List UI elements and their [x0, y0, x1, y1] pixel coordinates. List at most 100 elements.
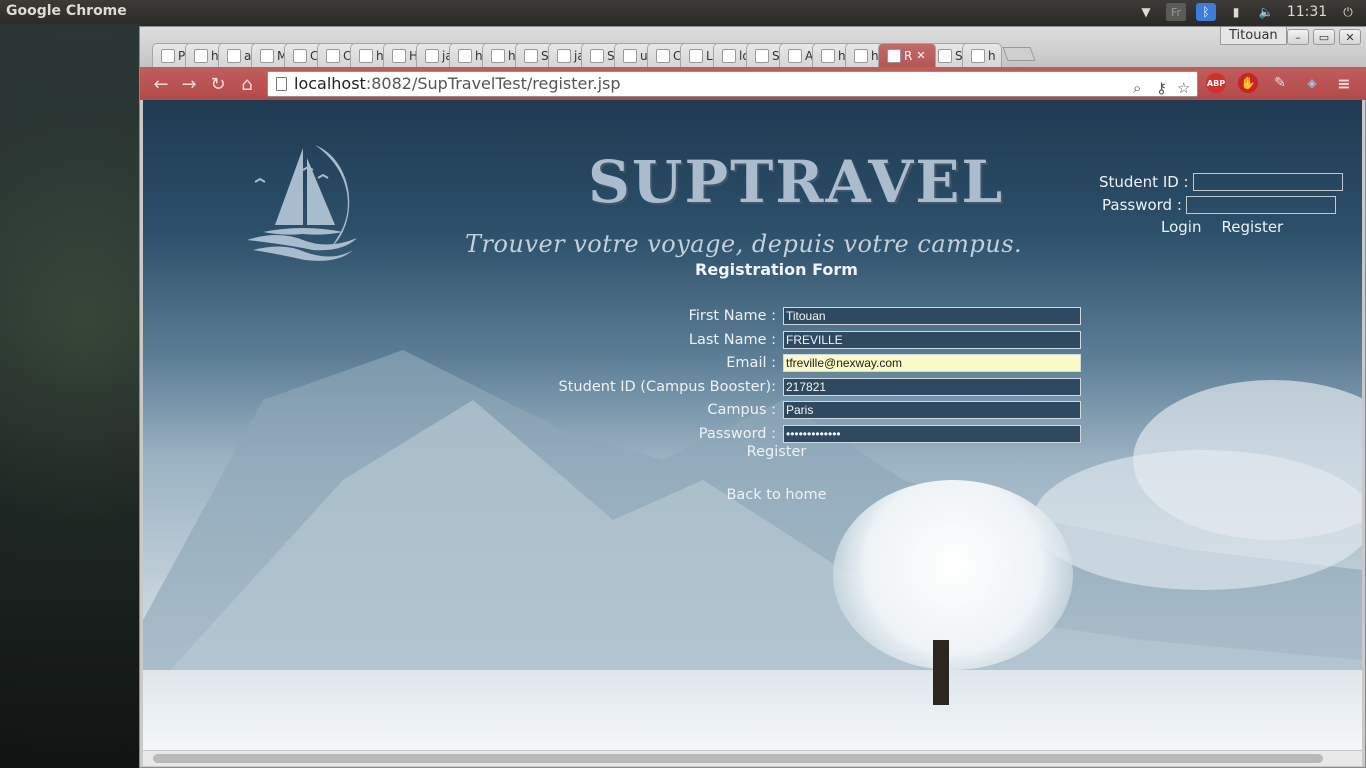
page-icon [722, 48, 736, 63]
browser-tab[interactable]: h [962, 43, 1002, 67]
minimize-button[interactable]: – [1287, 29, 1309, 45]
login-links: Login Register [1099, 218, 1339, 236]
new-tab-button[interactable] [1002, 47, 1036, 61]
login-password-input[interactable] [1185, 195, 1336, 214]
bluetooth-icon[interactable]: ᛒ [1196, 3, 1216, 21]
page-icon [194, 48, 208, 63]
github-icon [161, 48, 175, 63]
page-icon [458, 48, 472, 63]
menu-icon[interactable]: ≡ [1334, 73, 1354, 93]
html5-icon [392, 48, 406, 63]
session-menu-icon[interactable]: ⏻ [1338, 3, 1358, 21]
browser-toolbar: ← → ↻ ⌂ localhost:8082/SupTravelTest/reg… [140, 67, 1366, 100]
browser-window: Ph a M C Ch Hja h h Sja Su C Llo S Ah h R ✕ Sh Titouan – … [139, 26, 1366, 768]
url-path: :8082/SupTravelTest/register.jsp [365, 74, 621, 93]
email-input[interactable]: tfreville@nexway.com [783, 354, 1081, 372]
java-icon [557, 48, 571, 63]
search-icon[interactable]: ⌕ [1133, 76, 1141, 100]
page-icon [276, 77, 287, 91]
reload-icon[interactable]: ↻ [207, 73, 229, 95]
adblock-icon[interactable]: ABP [1206, 73, 1226, 93]
login-box: Student ID : Password : Login Register [1099, 170, 1343, 236]
notion-icon [524, 48, 538, 63]
student-id-label: Student ID (Campus Booster): [558, 379, 776, 395]
sncf-icon [938, 48, 952, 63]
student-id-input[interactable]: 217821 [783, 378, 1081, 396]
page-icon [971, 48, 985, 63]
login-student-id-row: Student ID : [1099, 170, 1343, 193]
github-icon [227, 48, 241, 63]
google-icon [623, 48, 637, 63]
tree-crown [833, 480, 1073, 670]
close-tab-icon[interactable]: ✕ [916, 49, 925, 62]
back-to-home-link[interactable]: Back to home [143, 487, 1362, 503]
register-link[interactable]: Register [1221, 218, 1283, 236]
os-app-title: Google Chrome [6, 3, 127, 19]
extension-icon[interactable]: ◈ [1302, 73, 1322, 93]
battery-icon[interactable]: ▮ [1226, 3, 1246, 21]
scrollbar-thumb[interactable] [153, 754, 1323, 763]
system-tray: ▼ Fr ᛒ ▮ 🔈 11:31 ⏻ [1136, 0, 1366, 24]
brand-tagline: Trouver votre voyage, depuis votre campu… [465, 230, 1023, 258]
email-label: Email : [726, 355, 776, 371]
tab-strip: Ph a M C Ch Hja h h Sja Su C Llo S Ah h R ✕ Sh Titouan – … [140, 27, 1366, 67]
close-window-button[interactable]: ✕ [1339, 29, 1361, 45]
address-bar[interactable]: localhost:8082/SupTravelTest/register.js… [267, 71, 1198, 97]
login-student-id-input[interactable] [1192, 172, 1343, 191]
page-icon [491, 48, 505, 63]
register-submit-button[interactable]: Register [143, 444, 1362, 460]
url-host: localhost [294, 74, 366, 93]
window-controls: – ▭ ✕ [1287, 29, 1361, 45]
maximize-button[interactable]: ▭ [1313, 29, 1335, 45]
snow-ground [143, 670, 1362, 750]
login-password-row: Password : [1099, 193, 1339, 216]
page-icon [359, 48, 373, 63]
page-icon [755, 48, 769, 63]
last-name-label: Last Name : [688, 332, 776, 348]
first-name-input[interactable]: Titouan [783, 307, 1081, 325]
back-arrow-icon[interactable]: ← [150, 73, 172, 95]
campus-label: Campus : [707, 402, 776, 418]
chrome-web-icon [326, 48, 340, 63]
password-label: Password : [698, 426, 776, 442]
eclipse-icon [656, 48, 670, 63]
registration-form-title: Registration Form [695, 260, 858, 279]
page-icon [887, 48, 901, 63]
bookmark-star-icon[interactable]: ☆ [1177, 76, 1190, 100]
tree-trunk [933, 640, 949, 705]
outlook-icon [293, 48, 307, 63]
mail-icon [260, 48, 274, 63]
java-icon [854, 48, 868, 63]
wifi-icon[interactable]: ▼ [1136, 3, 1156, 21]
web-page: SUPTRAVEL Trouver votre voyage, depuis v… [143, 100, 1362, 750]
os-top-panel: Google Chrome ▼ Fr ᛒ ▮ 🔈 11:31 ⏻ [0, 0, 1366, 24]
home-icon[interactable]: ⌂ [236, 73, 258, 95]
sailboat-logo-icon [247, 145, 357, 261]
tab-label: h [988, 48, 996, 63]
login-password-label: Password : [1102, 195, 1182, 214]
eyedropper-icon[interactable]: ✎ [1270, 73, 1290, 93]
tab-list: Ph a M C Ch Hja h h Sja Su C Llo S Ah h R ✕ Sh [152, 43, 1036, 67]
sql-icon [590, 48, 604, 63]
java-icon [425, 48, 439, 63]
keyboard-layout-indicator[interactable]: Fr [1166, 3, 1186, 21]
desktop-background [0, 24, 140, 768]
orange-icon [689, 48, 703, 63]
password-input[interactable]: ••••••••••••• [783, 425, 1081, 443]
forward-arrow-icon[interactable]: → [178, 73, 200, 95]
profile-button[interactable]: Titouan [1220, 27, 1287, 45]
java-icon [821, 48, 835, 63]
key-icon[interactable]: ⚷ [1156, 76, 1167, 100]
tab-label: L [706, 48, 713, 63]
tab-label: R [904, 48, 913, 63]
login-link[interactable]: Login [1161, 218, 1201, 236]
page-icon [788, 48, 802, 63]
brand-title: SUPTRAVEL [588, 148, 1005, 216]
volume-icon[interactable]: 🔈 [1256, 3, 1276, 21]
clock[interactable]: 11:31 [1286, 3, 1328, 21]
campus-input[interactable]: Paris [783, 401, 1081, 419]
stop-hand-icon[interactable]: ✋ [1238, 73, 1258, 93]
horizontal-scrollbar[interactable] [143, 750, 1362, 766]
last-name-input[interactable]: FREVILLE [783, 331, 1081, 349]
browser-tab[interactable]: R ✕ [878, 43, 936, 67]
